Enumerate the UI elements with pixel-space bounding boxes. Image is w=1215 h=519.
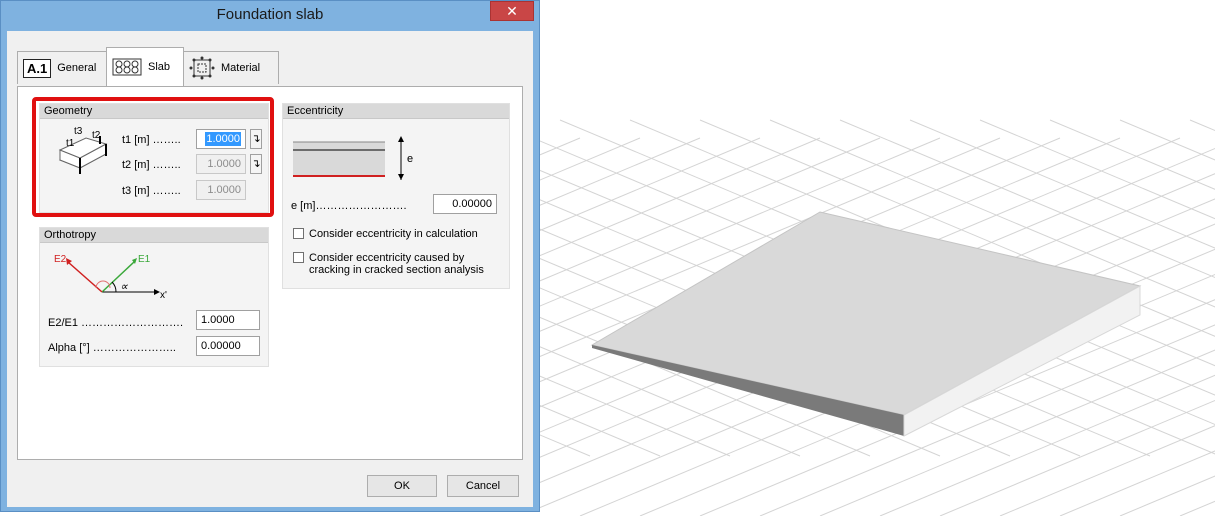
orthotropy-header: Orthotropy <box>40 228 268 243</box>
alpha-label: Alpha [°] ………………….. <box>48 342 176 354</box>
orthotropy-group: Orthotropy E2 E1 ∝ x' E2/E1 ………………………. 1… <box>39 227 269 367</box>
tab-general-label: General <box>57 62 97 74</box>
alpha-input[interactable]: 0.00000 <box>196 336 260 356</box>
tab-general[interactable]: A.1 General <box>17 51 107 84</box>
viewport-canvas[interactable] <box>540 0 1215 516</box>
material-tab-icon <box>189 56 215 80</box>
geometry-highlight-frame <box>32 97 274 217</box>
e-diagram-label: e <box>407 153 413 165</box>
e-label: e [m]……………………. <box>291 200 407 212</box>
e2e1-label: E2/E1 ………………………. <box>48 317 184 329</box>
3d-viewport[interactable] <box>540 0 1215 516</box>
general-tab-icon: A.1 <box>23 58 52 78</box>
tab-slab-label: Slab <box>148 61 171 73</box>
close-button[interactable]: ✕ <box>490 1 534 21</box>
foundation-slab-dialog: Foundation slab ✕ A.1 General Slab Mater… <box>0 0 540 512</box>
e2e1-input[interactable]: 1.0000 <box>196 310 260 330</box>
cracking-eccentricity-label-line1: Consider eccentricity caused by <box>309 252 465 264</box>
consider-eccentricity-label: Consider eccentricity in calculation <box>309 228 478 240</box>
e1-label: E1 <box>138 254 151 265</box>
close-icon: ✕ <box>506 3 518 19</box>
foundation-slab-3d[interactable] <box>590 211 1142 437</box>
xprime-label: x' <box>160 290 167 301</box>
slab-top-face <box>590 211 1142 416</box>
e-input[interactable]: 0.00000 <box>433 194 497 214</box>
title-bar[interactable]: Foundation slab ✕ <box>1 1 539 31</box>
ok-button[interactable]: OK <box>367 475 437 497</box>
alpha-symbol: ∝ <box>120 281 129 293</box>
eccentricity-diagram: e <box>293 136 413 180</box>
tab-material[interactable]: Material <box>183 51 279 84</box>
eccentricity-group: Eccentricity e e [m]……………………. 0.00000 Co… <box>282 103 510 289</box>
slab-tab-icon <box>112 58 142 76</box>
consider-eccentricity-checkbox[interactable] <box>293 228 304 239</box>
cracking-eccentricity-label-line2: cracking in cracked section analysis <box>309 264 484 276</box>
e2-label: E2 <box>54 254 67 265</box>
tab-material-label: Material <box>221 62 261 74</box>
cracking-eccentricity-checkbox[interactable] <box>293 252 304 263</box>
dialog-title: Foundation slab <box>216 6 324 23</box>
orthotropy-angle-icon: E2 E1 ∝ x' <box>54 254 167 301</box>
eccentricity-header: Eccentricity <box>283 104 509 119</box>
tab-slab[interactable]: Slab <box>106 47 184 86</box>
cancel-button[interactable]: Cancel <box>447 475 519 497</box>
